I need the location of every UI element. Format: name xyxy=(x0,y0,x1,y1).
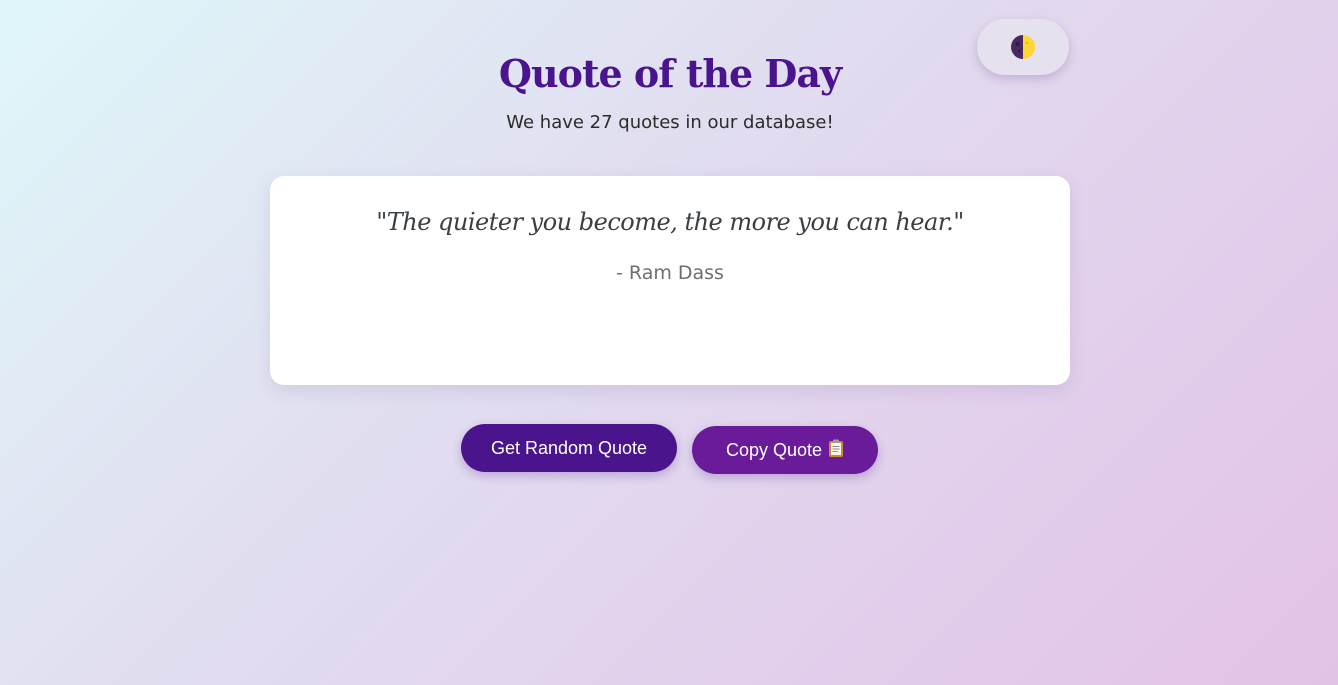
clipboard-icon xyxy=(828,438,844,463)
copy-quote-label: Copy Quote xyxy=(725,439,823,460)
copy-quote-button[interactable]: Copy Quote xyxy=(692,426,878,474)
page-title: Quote of the Day xyxy=(498,51,842,96)
quote-author: - Ram Dass xyxy=(616,262,724,284)
quote-count-text: We have 27 quotes in our database! xyxy=(506,112,834,133)
main-container: Quote of the Day We have 27 quotes in ou… xyxy=(270,0,1070,685)
get-random-quote-button[interactable]: Get Random Quote xyxy=(461,424,677,472)
get-random-quote-label: Get Random Quote xyxy=(490,437,648,458)
quote-text: "The quieter you become, the more you ca… xyxy=(376,208,964,236)
